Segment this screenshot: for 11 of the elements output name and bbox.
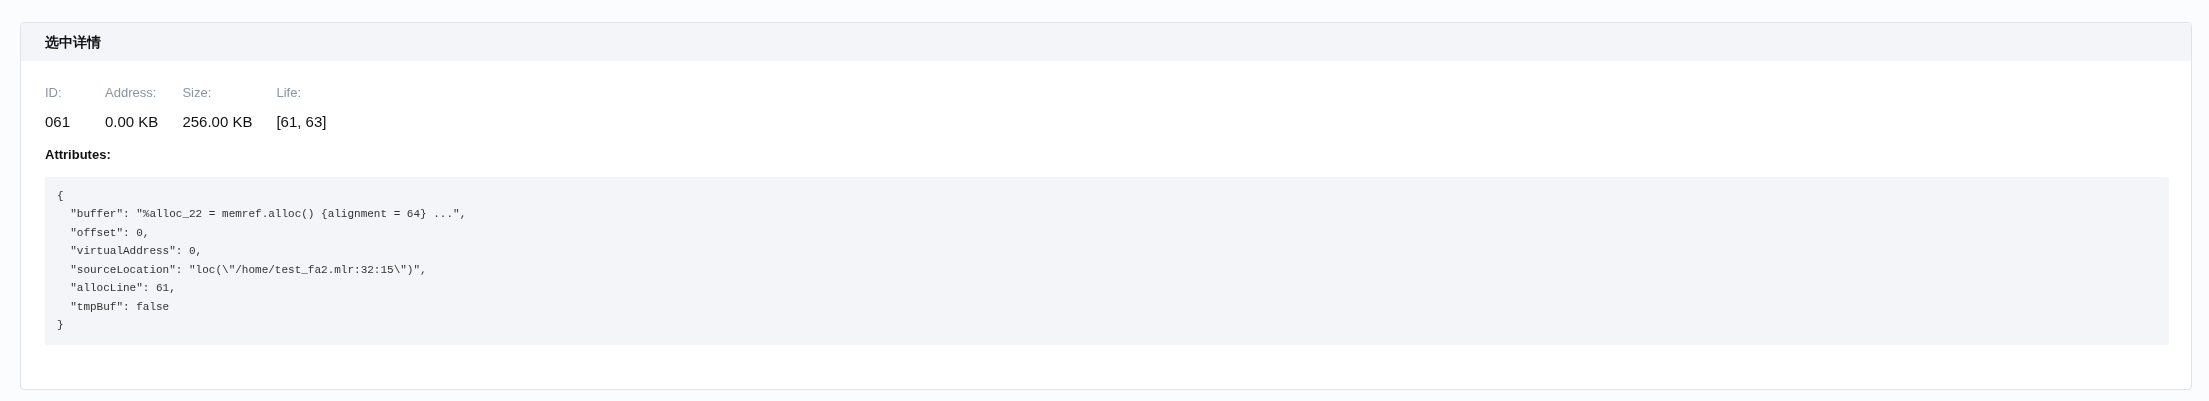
field-value: 061 <box>45 113 72 131</box>
field-label: Size: <box>182 85 213 101</box>
field-label: ID: <box>45 85 63 101</box>
field-value: 256.00 KB <box>182 113 253 131</box>
attributes-heading: Attributes: <box>45 146 112 164</box>
field-value: [61, 63] <box>276 113 327 131</box>
field-label: Address: <box>105 85 158 101</box>
panel-title: 选中详情 <box>45 32 101 52</box>
code-block: { "buffer": "%alloc_22 = memref.alloc() {alignment = 64} ...", "offset": 0, "virtualAddress": 0, "sourceLocation": "loc(\"/home/test_fa2.mlr:32:15\")", "allocLine": 61, "tmpBuf": false } <box>45 176 2169 345</box>
field-value: 0.00 KB <box>105 113 159 131</box>
field-label: Life: <box>276 85 302 101</box>
